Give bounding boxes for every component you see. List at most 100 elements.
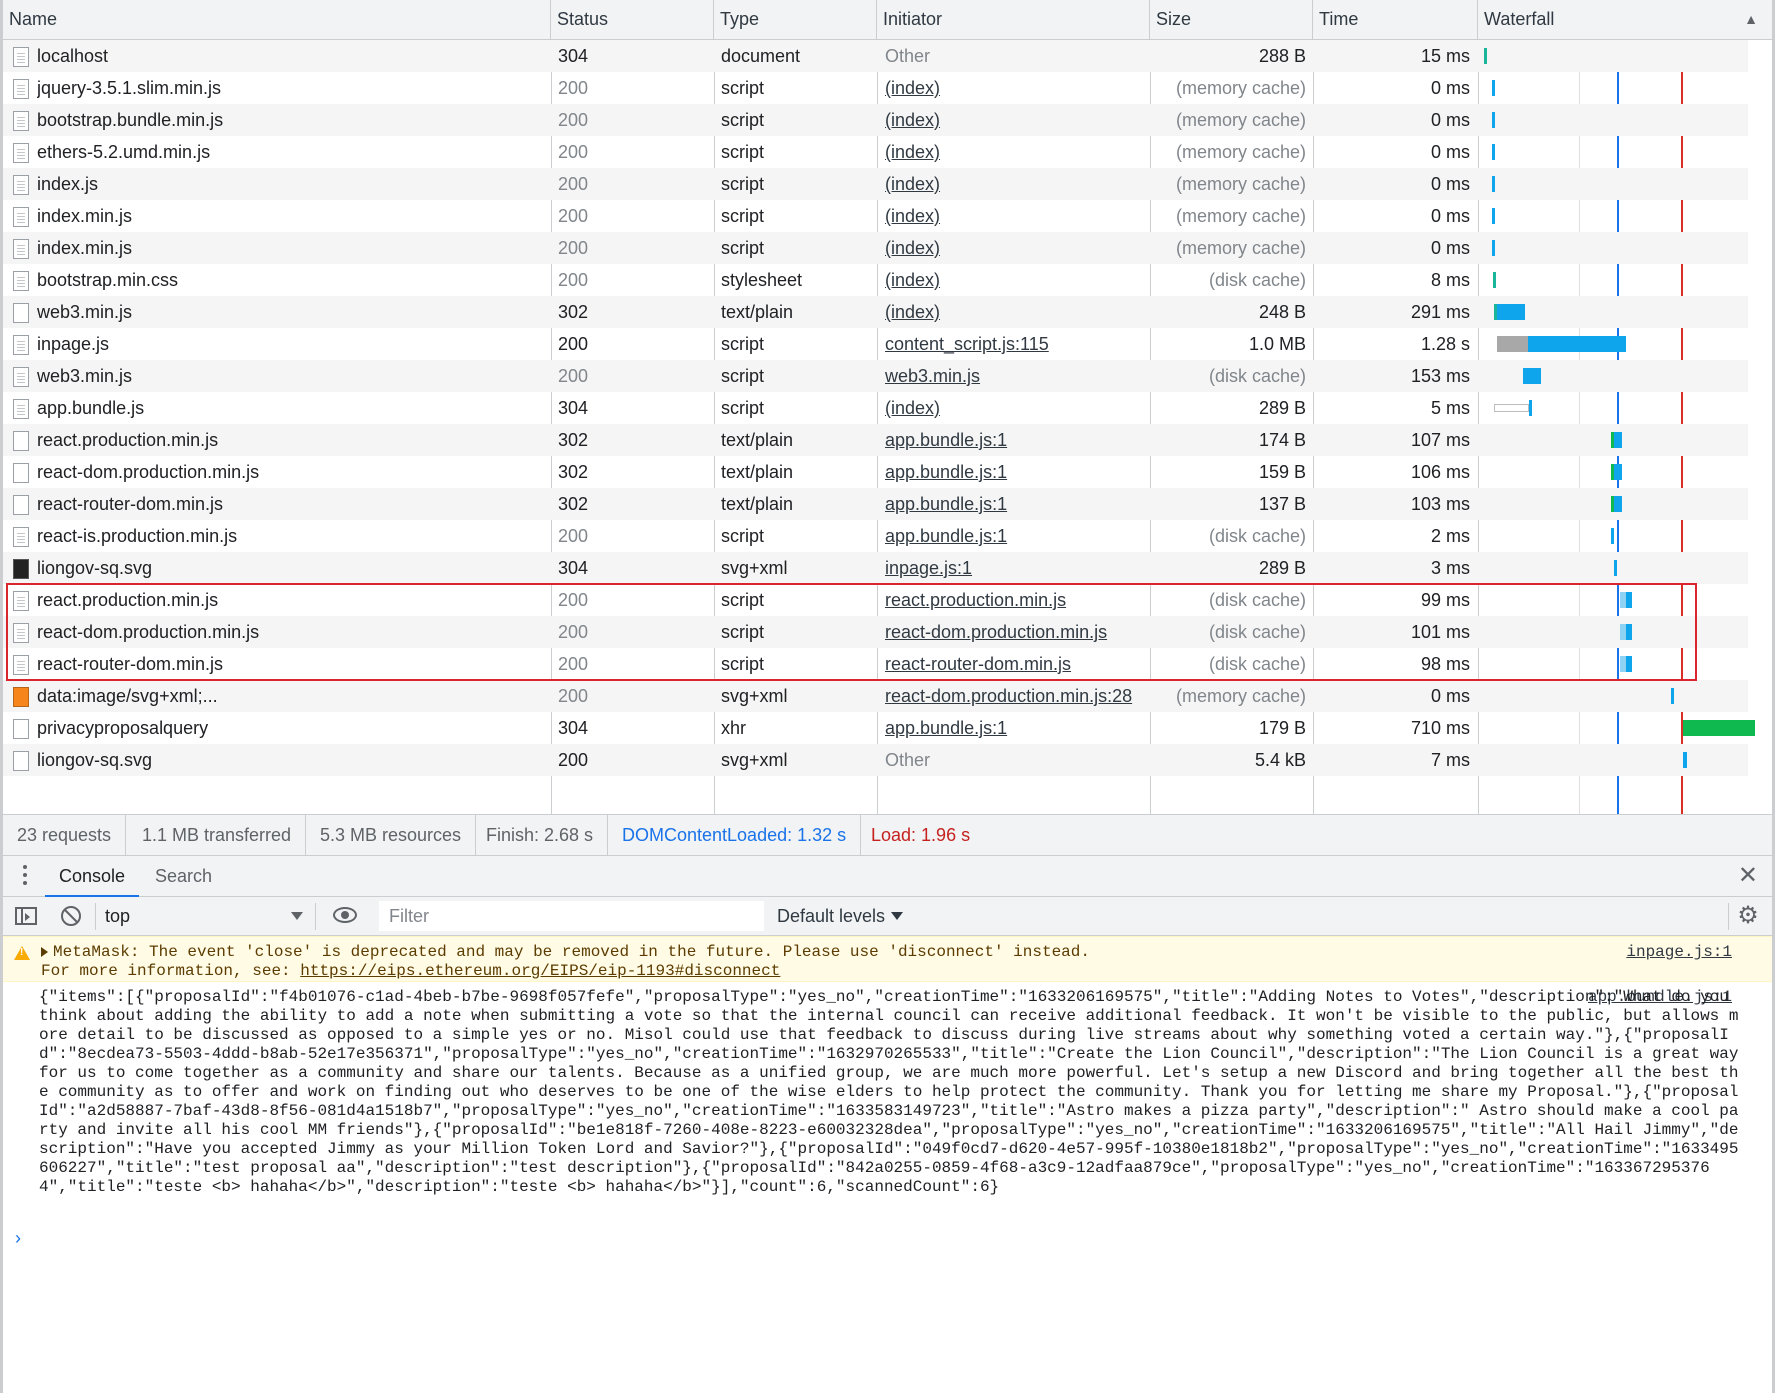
table-row[interactable]: app.bundle.js 304 script (index) 289 B 5 ms: [3, 392, 1748, 424]
request-initiator[interactable]: (index): [885, 392, 1145, 424]
initiator-link[interactable]: content_script.js:115: [885, 334, 1049, 354]
console-settings-gear-icon[interactable]: ⚙: [1736, 904, 1760, 928]
request-initiator[interactable]: web3.min.js: [885, 360, 1145, 392]
initiator-link[interactable]: web3.min.js: [885, 366, 980, 386]
table-row[interactable]: web3.min.js 302 text/plain (index) 248 B 291 …: [3, 296, 1748, 328]
request-initiator[interactable]: app.bundle.js:1: [885, 520, 1145, 552]
column-header-name[interactable]: Name: [3, 0, 551, 40]
request-name[interactable]: react.production.min.js: [37, 424, 547, 456]
live-expression-eye-icon[interactable]: [333, 907, 357, 923]
table-row[interactable]: localhost 304 document Other 288 B 15 ms: [3, 40, 1748, 72]
table-row[interactable]: index.js 200 script (index) (memory cache) 0 …: [3, 168, 1748, 200]
request-initiator[interactable]: app.bundle.js:1: [885, 488, 1145, 520]
request-initiator[interactable]: inpage.js:1: [885, 552, 1145, 584]
initiator-link[interactable]: (index): [885, 110, 940, 130]
initiator-link[interactable]: app.bundle.js:1: [885, 462, 1007, 482]
request-initiator[interactable]: (index): [885, 104, 1145, 136]
context-selector[interactable]: top: [105, 897, 305, 936]
request-initiator[interactable]: (index): [885, 232, 1145, 264]
request-name[interactable]: privacyproposalquery: [37, 712, 547, 744]
request-name[interactable]: liongov-sq.svg: [37, 552, 547, 584]
table-row[interactable]: index.min.js 200 script (index) (memory cach…: [3, 232, 1748, 264]
initiator-link[interactable]: (index): [885, 206, 940, 226]
request-name[interactable]: inpage.js: [37, 328, 547, 360]
column-header-initiator[interactable]: Initiator: [877, 0, 1150, 40]
table-row[interactable]: bootstrap.bundle.min.js 200 script (index) (…: [3, 104, 1748, 136]
request-name[interactable]: jquery-3.5.1.slim.min.js: [37, 72, 547, 104]
request-initiator[interactable]: (index): [885, 72, 1145, 104]
tab-console[interactable]: Console: [45, 856, 140, 897]
request-name[interactable]: localhost: [37, 40, 547, 72]
request-status: 304: [558, 398, 589, 418]
request-initiator[interactable]: app.bundle.js:1: [885, 712, 1145, 744]
request-name[interactable]: react-router-dom.min.js: [37, 488, 547, 520]
table-row[interactable]: web3.min.js 200 script web3.min.js (disk cac…: [3, 360, 1748, 392]
log-levels-dropdown[interactable]: Default levels: [777, 897, 885, 936]
warning-source-link[interactable]: inpage.js:1: [1626, 943, 1732, 961]
column-header-time[interactable]: Time: [1313, 0, 1478, 40]
request-name[interactable]: ethers-5.2.umd.min.js: [37, 136, 547, 168]
column-header-type[interactable]: Type: [714, 0, 877, 40]
initiator-link[interactable]: (index): [885, 270, 940, 290]
table-row[interactable]: react-dom.production.min.js 302 text/plain…: [3, 456, 1748, 488]
initiator-link[interactable]: (index): [885, 78, 940, 98]
table-row[interactable]: react-router-dom.min.js 302 text/plain app.…: [3, 488, 1748, 520]
initiator-link[interactable]: app.bundle.js:1: [885, 494, 1007, 514]
initiator-link[interactable]: (index): [885, 238, 940, 258]
initiator-link[interactable]: (index): [885, 142, 940, 162]
request-name[interactable]: app.bundle.js: [37, 392, 547, 424]
request-initiator[interactable]: (index): [885, 264, 1145, 296]
close-drawer-icon[interactable]: ✕: [1738, 862, 1758, 890]
initiator-link[interactable]: app.bundle.js:1: [885, 718, 1007, 738]
clear-console-icon[interactable]: [61, 906, 81, 926]
request-name[interactable]: index.min.js: [37, 200, 547, 232]
table-row[interactable]: liongov-sq.svg 304 svg+xml inpage.js:1 289 B…: [3, 552, 1748, 584]
show-sidebar-icon[interactable]: [15, 907, 37, 925]
request-initiator[interactable]: content_script.js:115: [885, 328, 1145, 360]
column-header-status[interactable]: Status: [551, 0, 714, 40]
request-name[interactable]: bootstrap.min.css: [37, 264, 547, 296]
table-row[interactable]: ethers-5.2.umd.min.js 200 script (index) (me…: [3, 136, 1748, 168]
initiator-link[interactable]: react-dom.production.min.js:28: [885, 686, 1132, 706]
table-row[interactable]: index.min.js 200 script (index) (memory cach…: [3, 200, 1748, 232]
console-prompt-chevron-icon[interactable]: ›: [15, 1228, 21, 1249]
request-name[interactable]: bootstrap.bundle.min.js: [37, 104, 547, 136]
table-row[interactable]: privacyproposalquery 304 xhr app.bundle.js:…: [3, 712, 1755, 744]
table-row[interactable]: data:image/svg+xml;... 200 svg+xml react-do…: [3, 680, 1748, 712]
log-levels-arrow-icon[interactable]: [891, 912, 903, 920]
initiator-link[interactable]: app.bundle.js:1: [885, 526, 1007, 546]
initiator-link[interactable]: inpage.js:1: [885, 558, 972, 578]
request-name[interactable]: web3.min.js: [37, 360, 547, 392]
request-name[interactable]: react-is.production.min.js: [37, 520, 547, 552]
request-name[interactable]: index.js: [37, 168, 547, 200]
console-filter-input[interactable]: [379, 901, 764, 931]
request-initiator[interactable]: (index): [885, 296, 1145, 328]
column-header-waterfall[interactable]: Waterfall ▲: [1478, 0, 1772, 40]
request-name[interactable]: data:image/svg+xml;...: [37, 680, 547, 712]
warning-link[interactable]: https://eips.ethereum.org/EIPS/eip-1193#…: [300, 962, 780, 980]
table-row[interactable]: inpage.js 200 script content_script.js:115 1…: [3, 328, 1748, 360]
table-row[interactable]: react-is.production.min.js 200 script app.b…: [3, 520, 1748, 552]
request-initiator[interactable]: react-dom.production.min.js:28: [885, 680, 1145, 712]
initiator-link[interactable]: (index): [885, 174, 940, 194]
table-row[interactable]: bootstrap.min.css 200 stylesheet (index) (di…: [3, 264, 1748, 296]
tab-search[interactable]: Search: [141, 856, 226, 897]
table-row[interactable]: jquery-3.5.1.slim.min.js 200 script (index)…: [3, 72, 1748, 104]
table-row[interactable]: liongov-sq.svg 200 svg+xml Other 5.4 kB 7 ms: [3, 744, 1748, 776]
request-initiator[interactable]: (index): [885, 200, 1145, 232]
more-tabs-icon[interactable]: [21, 865, 29, 887]
initiator-link[interactable]: (index): [885, 398, 940, 418]
request-name[interactable]: liongov-sq.svg: [37, 744, 547, 776]
initiator-link[interactable]: app.bundle.js:1: [885, 430, 1007, 450]
request-name[interactable]: index.min.js: [37, 232, 547, 264]
context-dropdown-arrow-icon[interactable]: [291, 912, 303, 920]
request-initiator[interactable]: app.bundle.js:1: [885, 456, 1145, 488]
table-row[interactable]: react.production.min.js 302 text/plain app.…: [3, 424, 1748, 456]
request-name[interactable]: web3.min.js: [37, 296, 547, 328]
request-initiator[interactable]: (index): [885, 168, 1145, 200]
request-initiator[interactable]: app.bundle.js:1: [885, 424, 1145, 456]
initiator-link[interactable]: (index): [885, 302, 940, 322]
request-initiator[interactable]: (index): [885, 136, 1145, 168]
column-header-size[interactable]: Size: [1150, 0, 1313, 40]
request-name[interactable]: react-dom.production.min.js: [37, 456, 547, 488]
